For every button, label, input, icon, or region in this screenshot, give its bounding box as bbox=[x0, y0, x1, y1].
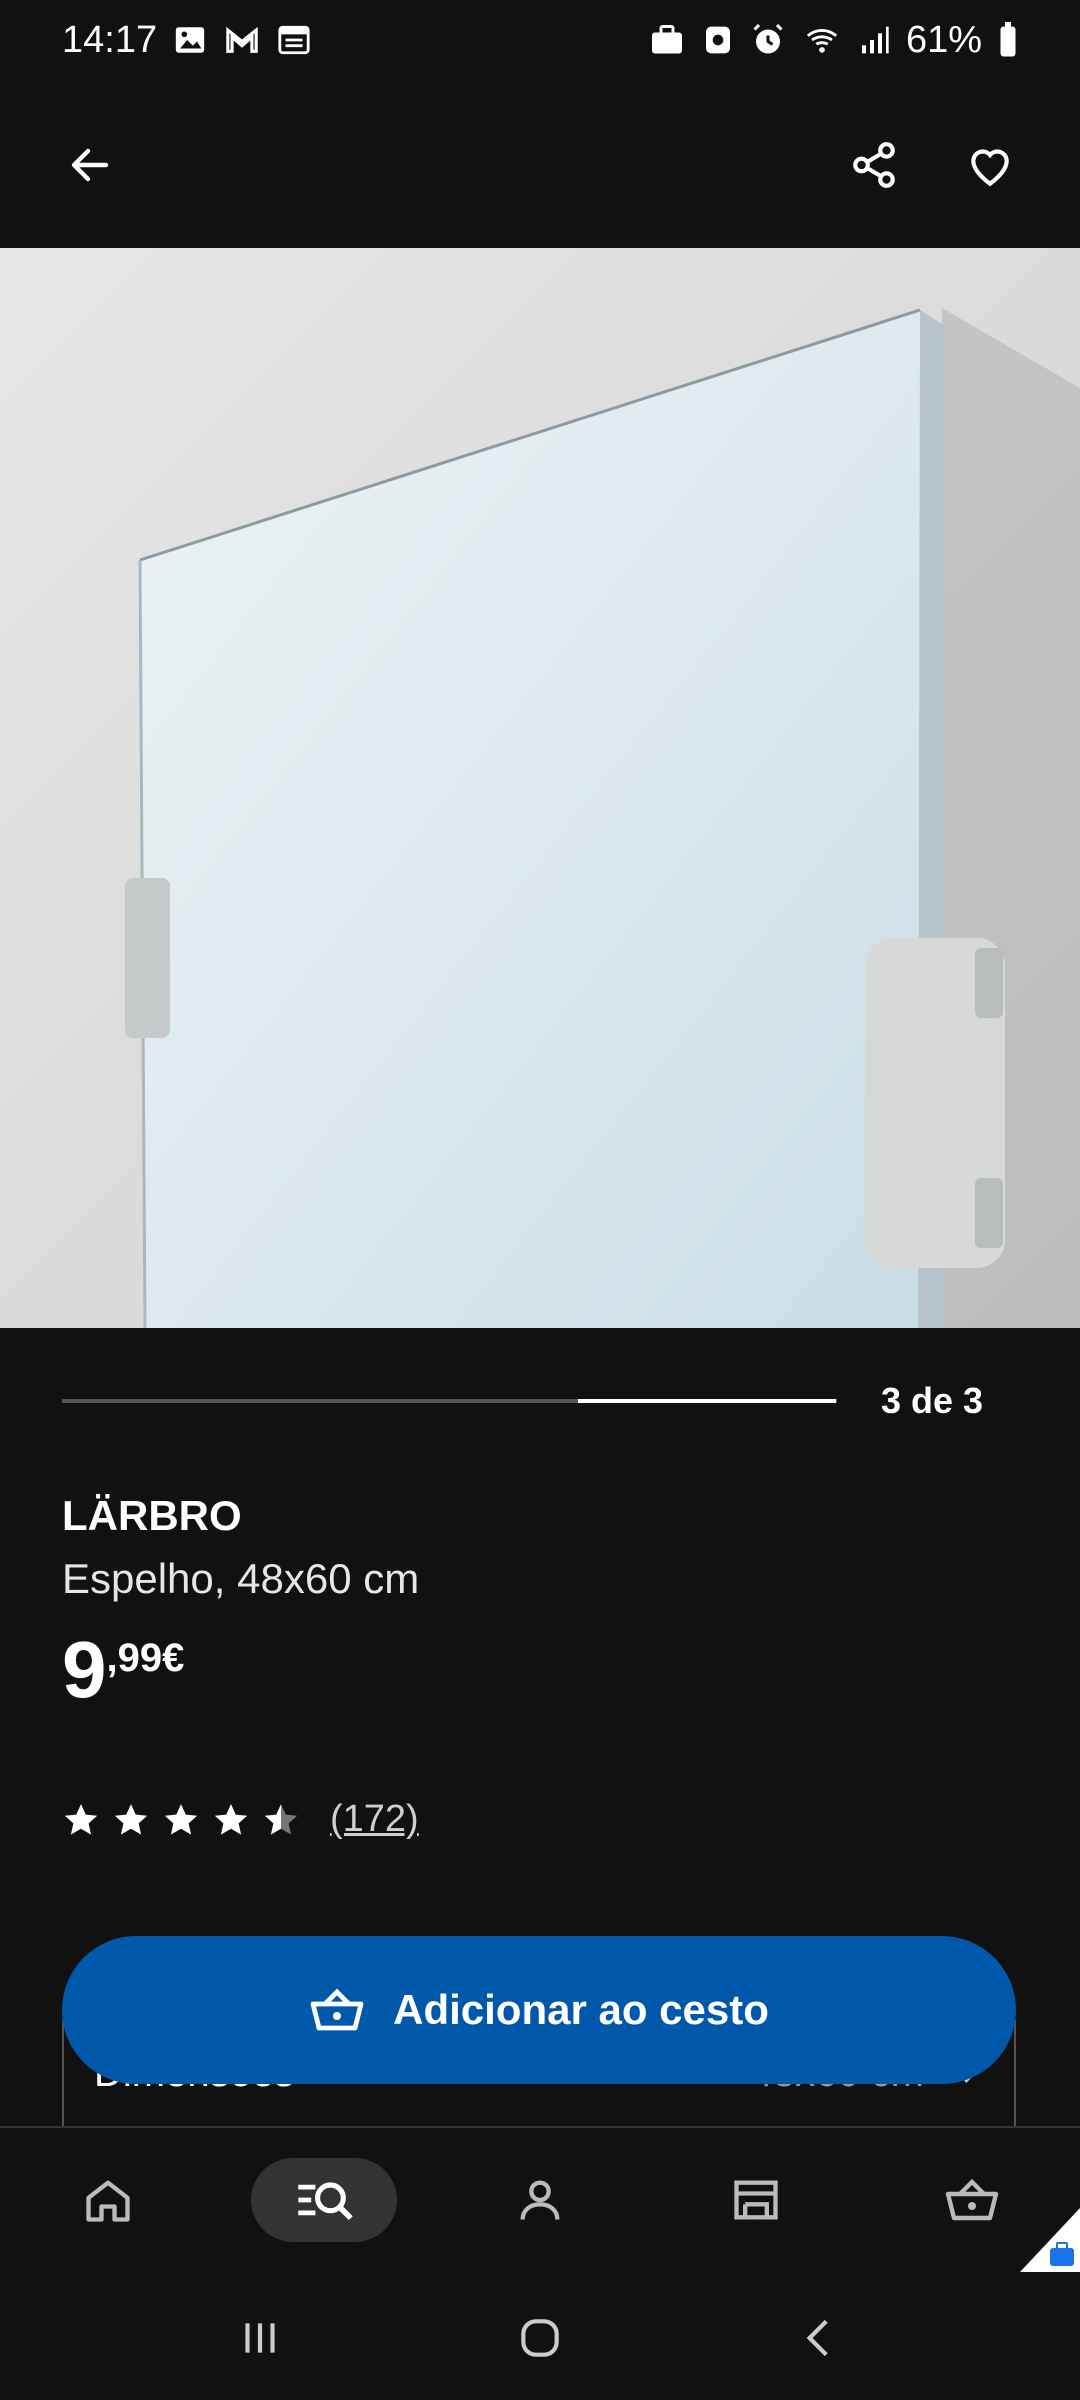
add-to-cart-button[interactable]: Adicionar ao cesto bbox=[62, 1936, 1016, 2084]
star-icon bbox=[264, 1803, 298, 1835]
recents-button[interactable] bbox=[235, 2313, 285, 2368]
rating-row[interactable]: (172) bbox=[62, 1798, 419, 1841]
recents-icon bbox=[245, 2322, 275, 2353]
nav-home[interactable] bbox=[35, 2158, 181, 2242]
star-icon bbox=[214, 1803, 248, 1835]
battery-percent: 61% bbox=[905, 18, 982, 61]
star-icon bbox=[64, 1803, 98, 1835]
bottom-divider bbox=[0, 2126, 1080, 2128]
wifi-icon bbox=[806, 29, 838, 53]
back-system-button[interactable] bbox=[795, 2313, 845, 2368]
status-bar: 14:17 61% bbox=[0, 0, 1080, 80]
status-time: 14:17 bbox=[62, 18, 158, 61]
store-icon bbox=[734, 2180, 778, 2220]
star-icon bbox=[164, 1803, 198, 1835]
product-price: 9 ,99€ bbox=[62, 1630, 184, 1710]
back-button[interactable] bbox=[62, 137, 118, 193]
star-icon bbox=[114, 1803, 148, 1835]
gallery-progress: 3 de 3 bbox=[62, 1376, 1080, 1426]
gmail-notification-icon bbox=[226, 26, 258, 53]
system-navigation bbox=[0, 2280, 1080, 2400]
progress-fill bbox=[578, 1399, 837, 1403]
basket-icon bbox=[945, 2178, 999, 2221]
home-icon bbox=[86, 2180, 130, 2222]
nav-search[interactable] bbox=[251, 2158, 397, 2242]
rating-stars bbox=[62, 1801, 300, 1839]
search-list-icon bbox=[298, 2182, 353, 2221]
home-button[interactable] bbox=[515, 2313, 565, 2368]
mirror-photo bbox=[0, 248, 1080, 1328]
status-right: 61% bbox=[648, 19, 1018, 62]
vpn-icon bbox=[705, 26, 730, 54]
price-decimal: ,99€ bbox=[106, 1636, 185, 1680]
product-name: LÄRBRO bbox=[62, 1492, 242, 1539]
price-integer: 9 bbox=[62, 1625, 107, 1714]
chevron-left-icon bbox=[806, 2319, 828, 2356]
battery-icon bbox=[1000, 22, 1016, 57]
progress-track bbox=[62, 1399, 837, 1403]
work-badge-icon bbox=[1020, 2208, 1080, 2272]
add-to-cart-label: Adicionar ao cesto bbox=[393, 1986, 769, 2033]
nav-stores[interactable] bbox=[683, 2158, 829, 2242]
status-left: 14:17 bbox=[62, 19, 311, 62]
rating-count[interactable]: (172) bbox=[330, 1798, 419, 1841]
bottom-navigation bbox=[0, 2130, 1080, 2270]
home-circle-icon bbox=[521, 2318, 559, 2357]
product-image[interactable] bbox=[0, 248, 1080, 1328]
top-app-bar bbox=[0, 110, 1080, 220]
share-icon bbox=[853, 142, 895, 188]
nav-profile[interactable] bbox=[467, 2158, 613, 2242]
top-actions bbox=[846, 137, 1018, 193]
product-description: Espelho, 48x60 cm bbox=[62, 1555, 420, 1602]
arrow-left-icon bbox=[71, 148, 109, 182]
basket-icon bbox=[310, 1988, 364, 2031]
calendar-notification-icon bbox=[278, 25, 310, 55]
share-button[interactable] bbox=[846, 137, 902, 193]
signal-icon bbox=[861, 26, 889, 54]
alarm-icon bbox=[753, 23, 783, 54]
image-counter: 3 de 3 bbox=[881, 1380, 984, 1421]
favorite-button[interactable] bbox=[962, 137, 1018, 193]
gallery-notification-icon bbox=[175, 27, 205, 53]
heart-icon bbox=[971, 149, 1009, 187]
person-icon bbox=[520, 2180, 560, 2220]
work-profile-icon bbox=[651, 25, 682, 54]
